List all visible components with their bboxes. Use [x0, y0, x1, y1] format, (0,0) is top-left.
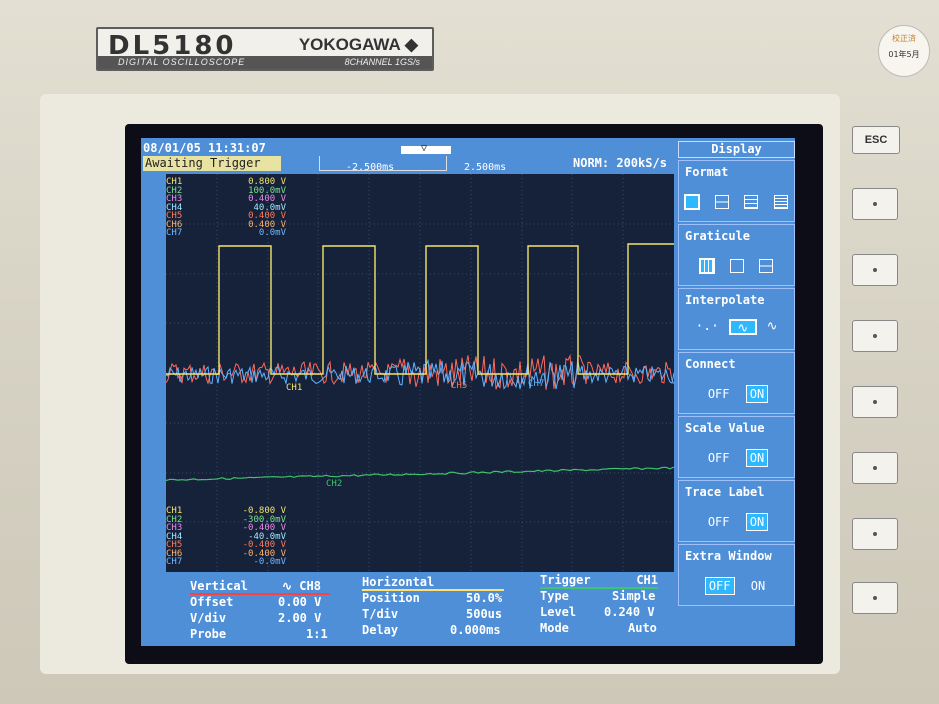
interpolate-label: Interpolate: [685, 293, 765, 307]
display-screen: 08/01/05 11:31:07 Awaiting Trigger ▽ -2.…: [125, 124, 823, 664]
soft-key-6[interactable]: [852, 518, 898, 550]
brand-plate: DL5180 YOKOGAWA ◆ DIGITAL OSCILLOSCOPE 8…: [96, 27, 434, 71]
interpolate-sine-icon[interactable]: ∿: [728, 318, 757, 336]
trace-label-ch5: CH5: [451, 381, 467, 391]
horizontal-position: 50.0%: [466, 591, 503, 605]
extra-window-label: Extra Window: [685, 549, 772, 563]
format-quad-icon[interactable]: [744, 194, 759, 209]
time-left: -2.500ms: [346, 162, 395, 173]
soft-key-7[interactable]: [852, 582, 898, 614]
trace-label-on[interactable]: ON: [745, 513, 769, 531]
interpolate-panel[interactable]: Interpolate ·.· ∿ ∿: [678, 288, 795, 350]
oscilloscope-body: DL5180 YOKOGAWA ◆ DIGITAL OSCILLOSCOPE 8…: [0, 0, 939, 704]
horizontal-delay-label: Delay: [362, 623, 399, 637]
lcd-area: 08/01/05 11:31:07 Awaiting Trigger ▽ -2.…: [141, 138, 795, 646]
esc-button[interactable]: ESC: [852, 126, 900, 154]
scale-bottom-row: CH7 -0.0mV: [166, 557, 286, 567]
trigger-level-label: Level: [540, 605, 577, 619]
graticule-label: Graticule: [685, 229, 751, 243]
trigger-status: Awaiting Trigger: [143, 156, 281, 171]
horizontal-tdiv: 500us: [466, 607, 503, 621]
format-octal-icon[interactable]: [773, 194, 788, 209]
trigger-source: CH1: [636, 573, 658, 587]
extra-window-panel[interactable]: Extra Window OFF ON: [678, 544, 795, 606]
extra-window-off[interactable]: OFF: [704, 577, 735, 595]
connect-on[interactable]: ON: [745, 385, 769, 403]
trace-label-ch1: CH1: [286, 383, 302, 393]
trace-label-ch2: CH2: [326, 479, 342, 489]
display-menu: Display Format Graticule Interpolate ·.·…: [678, 141, 795, 621]
calibration-sticker: 校正済 01年5月: [878, 25, 930, 77]
trace-label-panel[interactable]: Trace Label OFF ON: [678, 480, 795, 542]
trigger-level: 0.240 V: [604, 605, 655, 619]
sticker-line-1: 校正済: [892, 34, 916, 43]
scale-value-off[interactable]: OFF: [705, 450, 733, 466]
trace-label-off[interactable]: OFF: [705, 514, 733, 530]
vertical-offset-label: Offset: [190, 595, 234, 609]
subtitle-left: DIGITAL OSCILLOSCOPE: [118, 57, 246, 67]
trace-label-label: Trace Label: [685, 485, 765, 499]
vertical-vdiv: 2.00 V: [278, 611, 322, 625]
trigger-position-marker: ▽: [401, 143, 451, 154]
vertical-probe: 1:1: [306, 627, 328, 641]
connect-panel[interactable]: Connect OFF ON: [678, 352, 795, 414]
interpolate-dots-icon[interactable]: ·.·: [695, 319, 718, 334]
scale-top-list: CH1 0.800 V CH2 100.0mV CH3 0.400 V CH4 40.0…: [166, 178, 286, 238]
soft-key-4[interactable]: [852, 386, 898, 418]
trigger-type-label: Type: [540, 589, 569, 603]
brand-subtitle: DIGITAL OSCILLOSCOPE 8CHANNEL 1GS/s: [98, 56, 432, 69]
vertical-vdiv-label: V/div: [190, 611, 227, 625]
horizontal-title: Horizontal: [362, 575, 504, 591]
soft-key-5[interactable]: [852, 452, 898, 484]
subtitle-right: 8CHANNEL 1GS/s: [344, 57, 420, 67]
scale-value-panel[interactable]: Scale Value OFF ON: [678, 416, 795, 478]
soft-key-1[interactable]: [852, 188, 898, 220]
scale-value-on[interactable]: ON: [745, 449, 769, 467]
extra-window-on[interactable]: ON: [748, 578, 768, 594]
soft-key-3[interactable]: [852, 320, 898, 352]
scale-top-row: CH7 0.0mV: [166, 228, 286, 238]
vertical-probe-label: Probe: [190, 627, 227, 641]
trace-label-ch7: CH7: [528, 379, 544, 389]
acquisition-mode: NORM: 200kS/s: [573, 156, 667, 170]
format-dual-icon[interactable]: [714, 194, 729, 209]
graticule-frame-icon[interactable]: [729, 258, 744, 273]
vertical-header: Vertical ∿ CH8: [190, 579, 330, 595]
maker-name: YOKOGAWA ◆: [298, 35, 418, 54]
datetime: 08/01/05 11:31:07: [143, 141, 266, 155]
scale-bottom-list: CH1 -0.800 V CH2 -300.0mV CH3 -0.400 V CH4-…: [166, 507, 286, 567]
vertical-offset: 0.00 V: [278, 595, 322, 609]
trigger-title: Trigger: [540, 573, 591, 587]
format-panel[interactable]: Format: [678, 160, 795, 222]
connect-label: Connect: [685, 357, 736, 371]
format-single-icon[interactable]: [684, 193, 701, 210]
time-right: 2.500ms: [464, 162, 507, 173]
graticule-grid-icon[interactable]: [698, 257, 715, 274]
soft-key-2[interactable]: [852, 254, 898, 286]
graticule-panel[interactable]: Graticule: [678, 224, 795, 286]
scale-value-label: Scale Value: [685, 421, 765, 435]
vertical-title: Vertical: [190, 579, 248, 593]
connect-off[interactable]: OFF: [705, 386, 733, 402]
graticule-cross-icon[interactable]: [759, 258, 774, 273]
sticker-line-2: 01年5月: [888, 50, 920, 59]
horizontal-delay: 0.000ms: [450, 623, 501, 637]
settings-footer: Vertical ∿ CH8 Offset 0.00 V V/div 2.00 …: [166, 573, 674, 643]
trigger-mode-label: Mode: [540, 621, 569, 635]
trigger-type: Simple: [612, 589, 656, 603]
trigger-mode: Auto: [628, 621, 657, 635]
interpolate-pulse-icon[interactable]: ∿: [767, 319, 778, 334]
menu-title: Display: [678, 141, 795, 158]
trigger-header: Trigger CH1: [540, 573, 658, 589]
horizontal-tdiv-label: T/div: [362, 607, 399, 621]
horizontal-position-label: Position: [362, 591, 420, 605]
vertical-channel: ∿ CH8: [282, 579, 321, 593]
format-label: Format: [685, 165, 729, 179]
